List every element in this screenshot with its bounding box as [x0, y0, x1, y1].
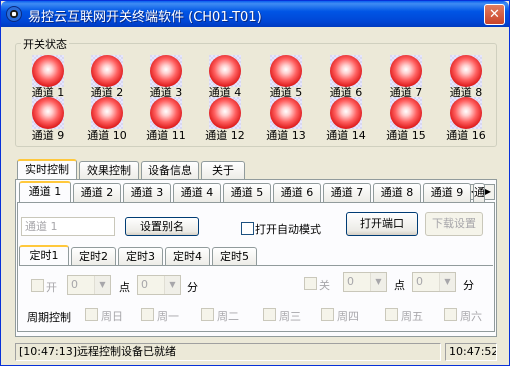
tab-channel-7[interactable]: 通道 7 — [323, 183, 371, 202]
status-message: [10:47:13]远程控制设备已就绪 — [15, 343, 441, 361]
weekday-label: 周四 — [337, 310, 359, 323]
alias-input[interactable]: 通道 1 — [21, 217, 115, 236]
chevron-down-icon: ▼ — [370, 273, 386, 291]
channel-status-led-icon — [209, 55, 241, 87]
set-alias-button[interactable]: 设置别名 — [125, 217, 199, 236]
channel-status-led-icon — [32, 55, 64, 87]
tab-channel-2[interactable]: 通道 2 — [73, 183, 121, 202]
channel-status-led-icon — [390, 97, 422, 129]
tab-channel-4[interactable]: 通道 4 — [173, 183, 221, 202]
channel-status-led-icon — [450, 55, 482, 87]
app-logo-icon — [6, 6, 22, 22]
weekday-label: 周二 — [217, 310, 239, 323]
channel-status-label: 通道 10 — [87, 129, 127, 142]
on-minute-value: 0 — [141, 278, 148, 291]
chevron-down-icon: ▼ — [164, 276, 180, 294]
weekday-checkbox[interactable] — [444, 308, 457, 321]
tab-effect-control[interactable]: 效果控制 — [79, 161, 139, 180]
on-hour-select[interactable]: 0 ▼ — [67, 275, 111, 295]
weekday-checkbox[interactable] — [263, 308, 276, 321]
period-control-label: 周期控制 — [27, 311, 71, 324]
timer-off-label: 关 — [319, 279, 330, 292]
on-minute-unit: 分 — [187, 281, 198, 294]
channel-status-led-icon — [390, 55, 422, 87]
tab-timer-3[interactable]: 定时3 — [118, 247, 163, 266]
channel-status-label: 通道 11 — [146, 129, 186, 142]
weekday-checkbox[interactable] — [385, 308, 398, 321]
off-hour-select[interactable]: 0 ▼ — [343, 272, 387, 292]
chevron-down-icon: ▼ — [94, 276, 110, 294]
tab-channel-1[interactable]: 通道 1 — [19, 181, 71, 202]
channel-status-led-icon — [330, 97, 362, 129]
channel-status-label: 通道 16 — [446, 129, 486, 142]
channel-status-label: 通道 15 — [386, 129, 426, 142]
channel-status-led-icon — [91, 97, 123, 129]
channel-status-led-icon — [32, 97, 64, 129]
weekday-label: 周三 — [279, 310, 301, 323]
tab-timer-1[interactable]: 定时1 — [19, 245, 69, 266]
channel-status-label: 通道 13 — [266, 129, 306, 142]
weekday-checkbox[interactable] — [141, 308, 154, 321]
channel-status-label: 通道 9 — [31, 129, 65, 142]
off-minute-value: 0 — [416, 275, 423, 288]
channel-status-led-icon — [450, 97, 482, 129]
switch-status-title: 开关状态 — [21, 36, 69, 52]
channel-status-led-icon — [330, 55, 362, 87]
off-minute-unit: 分 — [463, 279, 474, 292]
weekday-label: 周六 — [460, 310, 482, 323]
tab-channel-10[interactable]: 通 — [473, 183, 485, 202]
channel-status-led-icon — [150, 97, 182, 129]
weekday-checkbox[interactable] — [85, 308, 98, 321]
timer-on-label: 开 — [46, 281, 57, 294]
channel-status-label: 通道 14 — [326, 129, 366, 142]
tab-device-info[interactable]: 设备信息 — [141, 161, 199, 180]
download-settings-button[interactable]: 下载设置 — [425, 212, 483, 236]
channel-status-led-icon — [91, 55, 123, 87]
tab-channel-6[interactable]: 通道 6 — [273, 183, 321, 202]
title-bar[interactable]: 易控云互联网开关终端软件 (CH01-T01) ✕ — [1, 1, 509, 27]
tab-timer-5[interactable]: 定时5 — [212, 247, 257, 266]
channel-status-led-icon — [270, 55, 302, 87]
chevron-down-icon: ▼ — [439, 273, 455, 291]
weekday-checkbox[interactable] — [201, 308, 214, 321]
channel-status-led-icon — [209, 97, 241, 129]
tab-timer-4[interactable]: 定时4 — [165, 247, 210, 266]
window-title: 易控云互联网开关终端软件 (CH01-T01) — [28, 10, 262, 25]
weekday-label: 周五 — [401, 310, 423, 323]
weekday-label: 周一 — [157, 310, 179, 323]
auto-mode-label: 打开自动模式 — [255, 223, 321, 236]
open-port-button[interactable]: 打开端口 — [346, 212, 418, 236]
auto-mode-checkbox[interactable] — [241, 222, 254, 235]
off-hour-value: 0 — [347, 275, 354, 288]
weekday-checkbox[interactable] — [321, 308, 334, 321]
tab-channel-5[interactable]: 通道 5 — [223, 183, 271, 202]
tab-about[interactable]: 关于 — [201, 161, 245, 180]
tab-realtime-control[interactable]: 实时控制 — [17, 159, 77, 180]
on-hour-unit: 点 — [119, 281, 130, 294]
tab-channel-8[interactable]: 通道 8 — [373, 183, 421, 202]
weekday-label: 周日 — [101, 310, 123, 323]
tab-channel-9[interactable]: 通道 9 — [423, 183, 471, 202]
timer-off-checkbox[interactable] — [304, 277, 317, 290]
timer-on-checkbox[interactable] — [31, 279, 44, 292]
on-hour-value: 0 — [71, 278, 78, 291]
off-minute-select[interactable]: 0 ▼ — [412, 272, 456, 292]
app-window: 易控云互联网开关终端软件 (CH01-T01) ✕ 开关状态 实时控制 效果控制… — [0, 0, 510, 366]
on-minute-select[interactable]: 0 ▼ — [137, 275, 181, 295]
channel-status-led-icon — [150, 55, 182, 87]
status-clock: 10:47:52 — [445, 343, 497, 361]
tab-channel-3[interactable]: 通道 3 — [123, 183, 171, 202]
channel-status-led-icon — [270, 97, 302, 129]
channel-status-label: 通道 12 — [205, 129, 245, 142]
close-button[interactable]: ✕ — [484, 4, 505, 25]
off-hour-unit: 点 — [394, 279, 405, 292]
tab-timer-2[interactable]: 定时2 — [71, 247, 116, 266]
